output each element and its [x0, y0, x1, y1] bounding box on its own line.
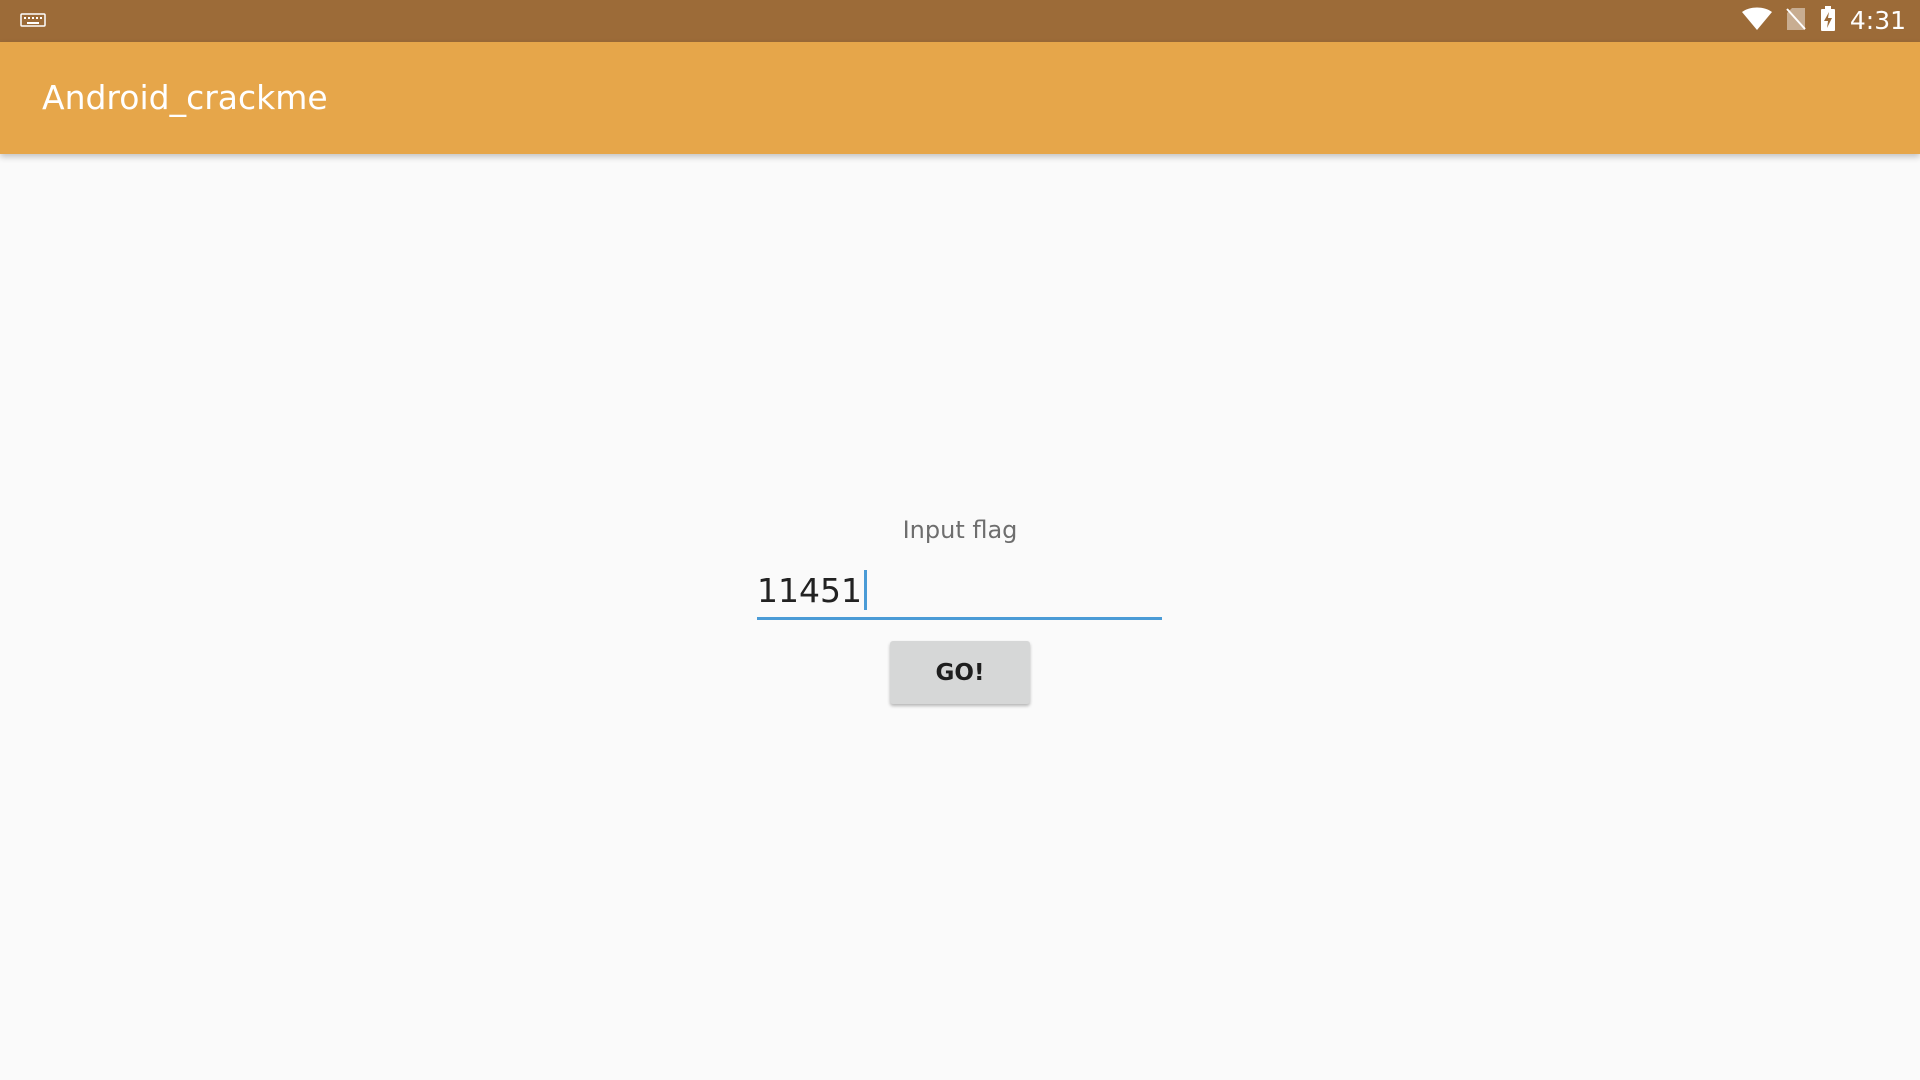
status-icons: 4:31: [1741, 0, 1906, 42]
status-time: 4:31: [1849, 6, 1906, 35]
app-title: Android_crackme: [42, 78, 328, 117]
flag-input-value: 11451: [757, 570, 862, 610]
no-sim-icon: [1786, 7, 1806, 35]
text-caret: [863, 570, 867, 610]
app-screen: 4:31 Android_crackme Input flag 11451 GO…: [0, 0, 1920, 1080]
app-bar: Android_crackme: [0, 42, 1920, 154]
keyboard-icon: [20, 12, 46, 28]
battery-charging-icon: [1820, 6, 1836, 36]
wifi-icon: [1741, 7, 1772, 35]
go-button[interactable]: GO!: [890, 641, 1030, 704]
input-label: Input flag: [902, 516, 1018, 544]
status-bar: 4:31: [0, 0, 1920, 42]
flag-input[interactable]: 11451: [757, 563, 1162, 620]
